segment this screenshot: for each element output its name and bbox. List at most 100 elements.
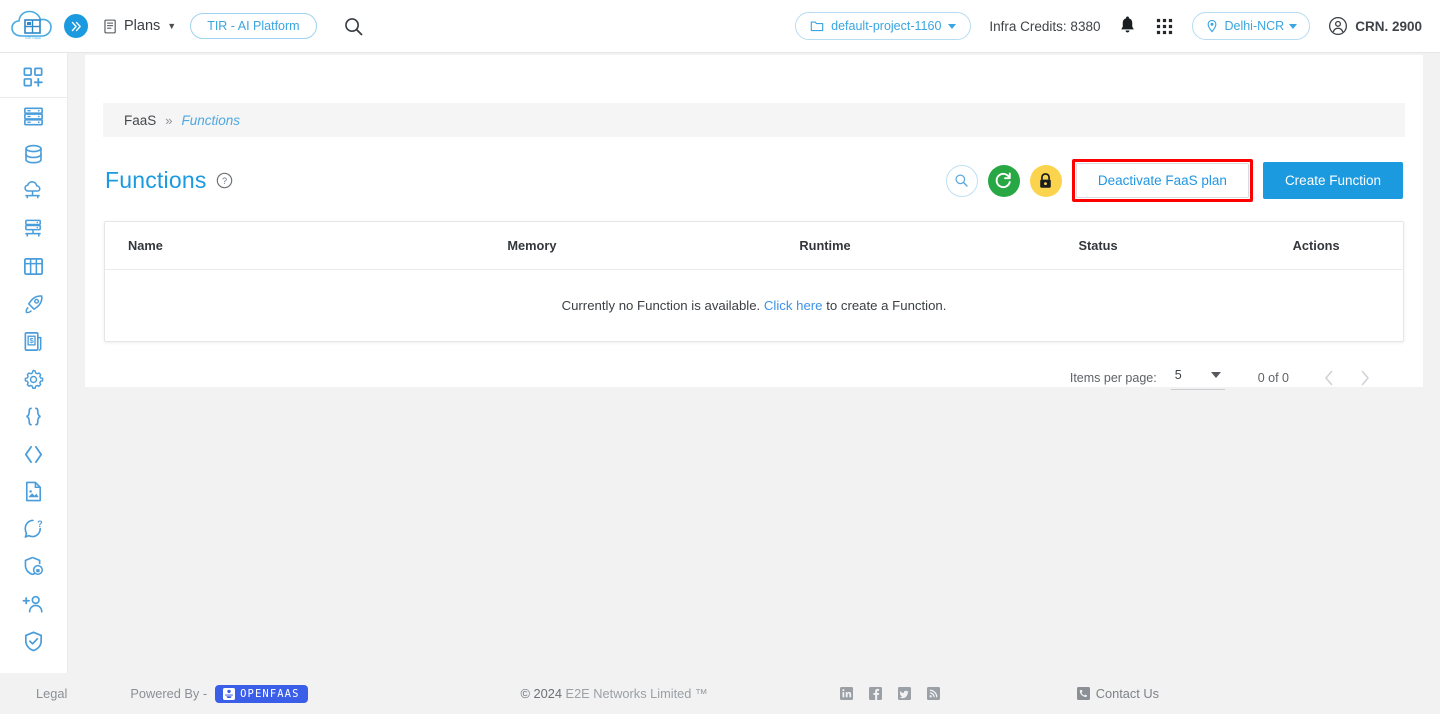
table-search-button[interactable]: [945, 164, 978, 197]
project-label: default-project-1160: [831, 19, 942, 33]
breadcrumb-current: Functions: [181, 112, 241, 128]
lock-icon: [1040, 172, 1052, 188]
sidebar-expand-button[interactable]: [64, 14, 88, 38]
create-function-button[interactable]: Create Function: [1262, 162, 1403, 199]
rocket-icon: [25, 294, 43, 313]
question-circle-icon: ?: [216, 172, 232, 189]
chevron-down-icon: [1289, 23, 1298, 29]
billing-icon: $: [24, 332, 42, 352]
breadcrumb-separator-icon: »: [165, 112, 173, 128]
copyright-mark: © 2024: [520, 686, 562, 701]
sidebar-item-developers[interactable]: [0, 436, 67, 474]
sidebar-item-add-user[interactable]: [0, 586, 67, 624]
curly-braces-icon: [26, 407, 41, 426]
functions-table-element: Name Memory Runtime Status Actions Curre…: [105, 222, 1403, 341]
sidebar-item-settings[interactable]: [0, 361, 67, 399]
main-content: FaaS » Functions Functions ? Deactivate …: [68, 53, 1440, 673]
app-root: E2E Cloud Plans ▼ TIR - AI Platform defa…: [0, 0, 1440, 714]
sidebar-item-add-resource[interactable]: [0, 57, 67, 98]
add-user-icon: [22, 595, 43, 613]
empty-state-row: Currently no Function is available. Clic…: [105, 270, 1403, 342]
page-title: Functions: [105, 167, 207, 193]
sidebar-item-server-network[interactable]: [0, 211, 67, 249]
header-right-group: default-project-1160 Infra Credits: 8380: [795, 12, 1440, 40]
next-page-button[interactable]: [1347, 360, 1383, 396]
server-icon: [24, 107, 43, 126]
contact-us-link[interactable]: Contact Us: [1076, 686, 1160, 701]
database-icon: [25, 144, 42, 164]
header-left-group: Plans ▼ TIR - AI Platform: [60, 13, 364, 39]
breadcrumb-root[interactable]: FaaS: [124, 113, 156, 128]
contact-us-label: Contact Us: [1095, 686, 1160, 701]
sidebar-item-cloud-network[interactable]: [0, 173, 67, 211]
sidebar-item-images[interactable]: [0, 473, 67, 511]
table-head: Name Memory Runtime Status Actions: [105, 222, 1403, 270]
rss-icon[interactable]: [926, 687, 940, 700]
sidebar-item-compliance[interactable]: [0, 623, 67, 661]
user-circle-icon: [1329, 17, 1348, 35]
facebook-icon[interactable]: [868, 687, 882, 700]
sidebar-item-security[interactable]: [0, 548, 67, 586]
project-selector[interactable]: default-project-1160: [795, 12, 972, 40]
chevron-down-icon: ▼: [167, 21, 177, 31]
create-function-link[interactable]: Click here: [764, 298, 823, 313]
folder-icon: [810, 21, 824, 32]
openfaas-badge[interactable]: OPENFAAS: [215, 684, 308, 703]
account-menu[interactable]: CRN. 2900: [1328, 16, 1422, 36]
code-brackets-icon: [24, 445, 43, 463]
table-header-row: Name Memory Runtime Status Actions: [105, 222, 1403, 270]
sidebar-item-api[interactable]: [0, 398, 67, 436]
search-icon: [955, 174, 969, 187]
empty-state-cell: Currently no Function is available. Clic…: [105, 270, 1403, 342]
powered-by-label: Powered By -: [130, 686, 208, 701]
column-header-runtime: Runtime: [799, 222, 1079, 270]
sidebar-item-compute-nodes[interactable]: [0, 98, 67, 136]
plans-document-icon: [104, 19, 116, 33]
legal-link[interactable]: Legal: [36, 686, 67, 701]
plans-label: Plans: [124, 18, 161, 34]
empty-message-prefix: Currently no Function is available.: [561, 298, 761, 313]
twitter-icon[interactable]: [897, 687, 911, 700]
region-selector[interactable]: Delhi-NCR: [1192, 12, 1311, 40]
chevron-down-icon: [948, 23, 957, 29]
plans-menu[interactable]: Plans ▼: [102, 18, 176, 35]
empty-message-suffix: to create a Function.: [826, 298, 947, 313]
linkedin-icon[interactable]: [839, 687, 853, 700]
page-title-row: Functions ? Deactivate FaaS plan Create …: [105, 159, 1403, 202]
sidebar-item-support[interactable]: ?: [0, 511, 67, 549]
lock-button[interactable]: [1029, 164, 1062, 197]
copyright: © 2024 E2E Networks Limited ™: [521, 686, 708, 701]
tir-ai-platform-pill[interactable]: TIR - AI Platform: [190, 13, 317, 39]
dashboard-add-icon: [23, 67, 43, 87]
svg-text:$: $: [29, 336, 34, 345]
table-body: Currently no Function is available. Clic…: [105, 270, 1403, 342]
gear-icon: [24, 369, 44, 389]
refresh-icon: [996, 172, 1012, 189]
svg-text:E2E Cloud: E2E Cloud: [25, 36, 40, 40]
column-header-name: Name: [105, 222, 508, 270]
account-label: CRN. 2900: [1355, 18, 1422, 34]
breadcrumb: FaaS » Functions: [103, 103, 1405, 137]
functions-card: FaaS » Functions Functions ? Deactivate …: [85, 55, 1423, 390]
help-button[interactable]: ?: [216, 172, 233, 189]
refresh-button[interactable]: [987, 164, 1020, 197]
sidebar-item-launch[interactable]: [0, 286, 67, 324]
e2e-cloud-logo-icon: E2E Cloud: [11, 10, 52, 40]
items-per-page-select[interactable]: 5: [1170, 366, 1225, 390]
svg-text:?: ?: [37, 519, 43, 529]
header-search-button[interactable]: [343, 16, 364, 37]
page-footer: Legal Powered By - OPENFAAS © 2024 E2E N…: [0, 673, 1440, 714]
sidebar-item-billing[interactable]: $: [0, 323, 67, 361]
sidebar-item-databases[interactable]: [0, 136, 67, 174]
deactivate-highlight-box: Deactivate FaaS plan: [1071, 159, 1253, 202]
shield-check-icon: [24, 631, 43, 652]
brand-logo[interactable]: E2E Cloud: [0, 9, 60, 43]
deactivate-faas-plan-button[interactable]: Deactivate FaaS plan: [1075, 163, 1249, 198]
openfaas-logo-icon: [223, 687, 236, 700]
sidebar-item-storage[interactable]: [0, 248, 67, 286]
apps-grid-button[interactable]: [1155, 17, 1174, 36]
pagination-range-label: 0 of 0: [1257, 371, 1289, 385]
previous-page-button[interactable]: [1311, 360, 1347, 396]
app-grid-icon: [1157, 18, 1173, 34]
notifications-button[interactable]: [1118, 16, 1137, 36]
